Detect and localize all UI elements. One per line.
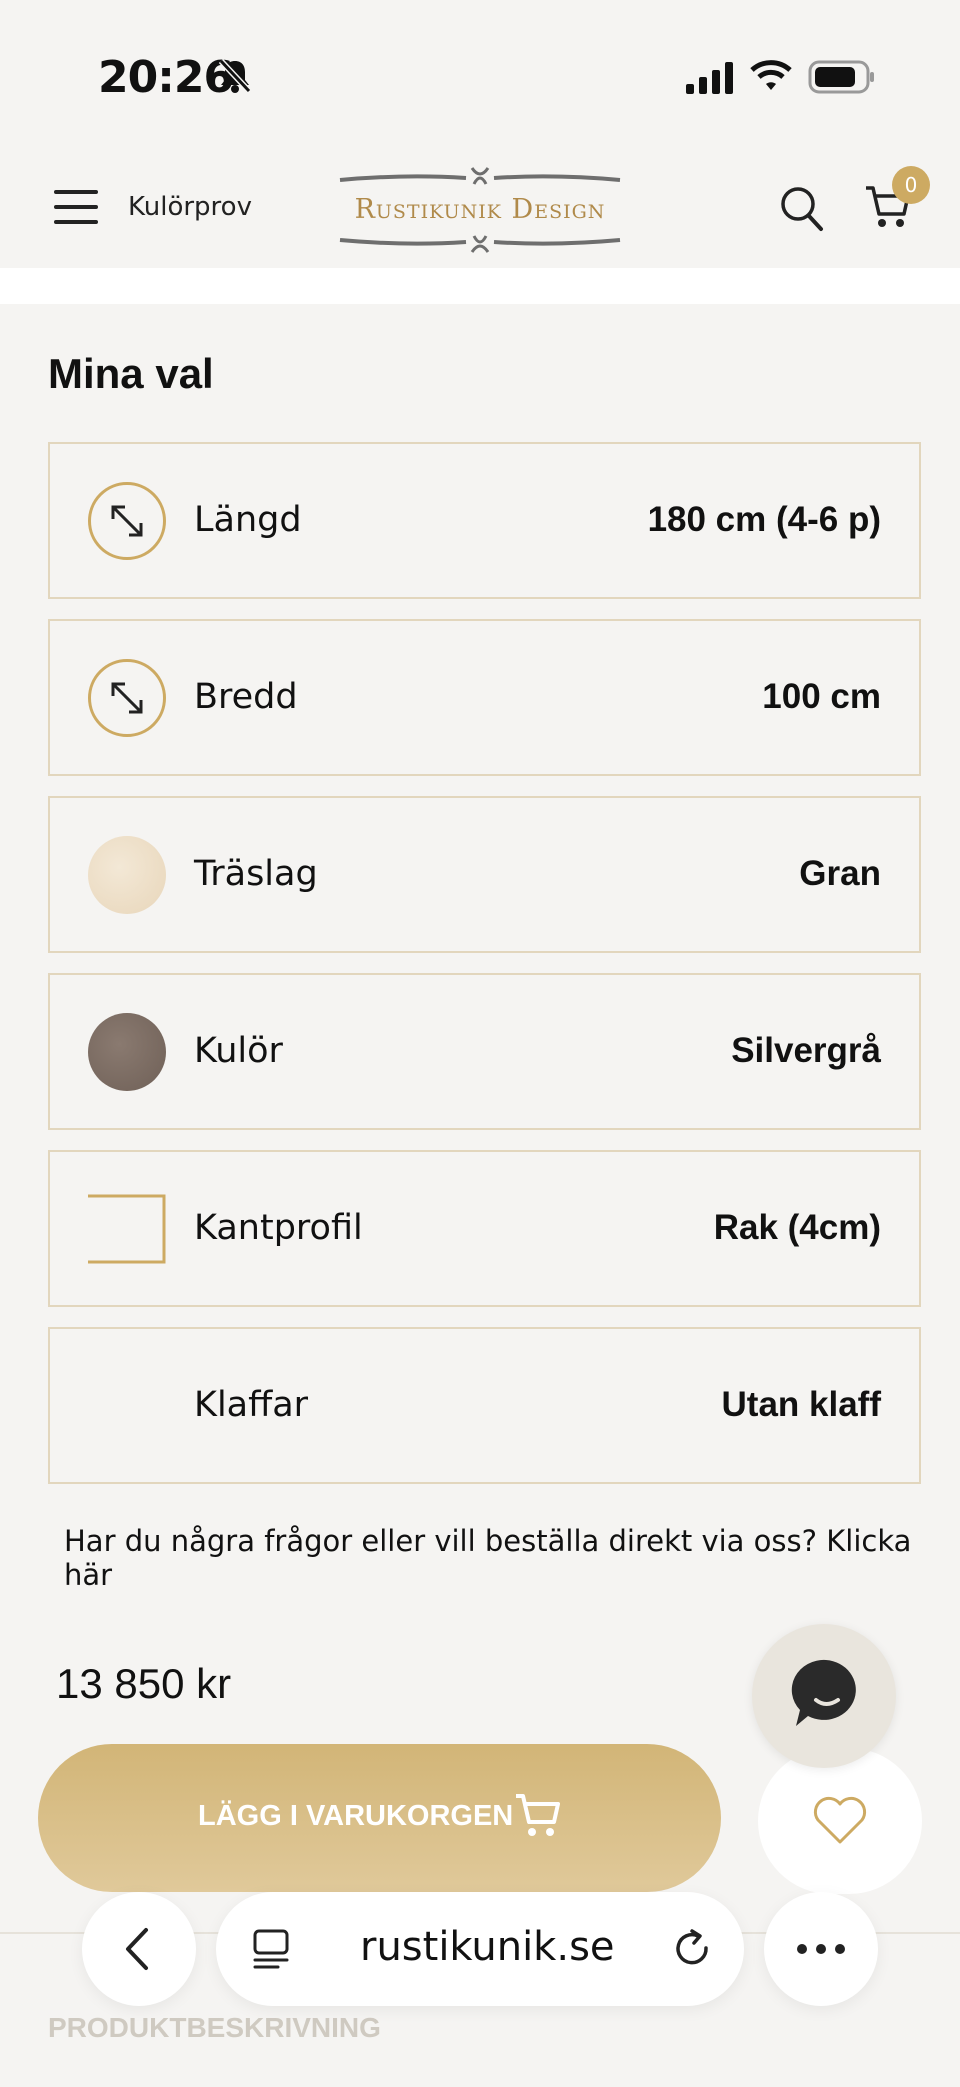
reload-icon[interactable] xyxy=(672,1928,714,1970)
option-row-klaffar[interactable]: Klaffar Utan klaff xyxy=(48,1327,921,1484)
product-description-tab[interactable]: PRODUKTBESKRIVNING xyxy=(48,2012,381,2044)
battery-icon xyxy=(808,60,874,94)
option-label: Kulör xyxy=(194,1031,283,1071)
option-row-kulor[interactable]: Kulör Silvergrå xyxy=(48,973,921,1130)
wifi-icon xyxy=(750,60,792,90)
option-row-traslag[interactable]: Träslag Gran xyxy=(48,796,921,953)
option-value: Gran xyxy=(799,854,881,893)
option-row-bredd[interactable]: Bredd 100 cm xyxy=(48,619,921,776)
option-label: Längd xyxy=(194,500,302,540)
option-label: Bredd xyxy=(194,677,298,717)
color-sample-link[interactable]: Kulörprov xyxy=(128,192,252,222)
edge-profile-icon xyxy=(88,1194,166,1264)
browser-address-bar[interactable]: rustikunik.se xyxy=(216,1892,744,2006)
search-icon[interactable] xyxy=(780,186,824,232)
hamburger-menu-icon[interactable] xyxy=(54,188,98,226)
site-logo[interactable]: Rustikunik Design xyxy=(336,164,624,256)
color-swatch xyxy=(88,1013,166,1091)
reader-mode-icon xyxy=(253,1929,289,1969)
chat-bubble-icon xyxy=(791,1659,856,1726)
contact-link[interactable]: Har du några frågor eller vill beställa … xyxy=(64,1524,960,1592)
option-value: Utan klaff xyxy=(721,1385,881,1424)
status-time: 20:26 xyxy=(98,52,234,103)
browser-back-button[interactable] xyxy=(82,1892,196,2006)
option-value: 100 cm xyxy=(762,677,881,716)
resize-arrow-icon xyxy=(88,659,166,737)
browser-url: rustikunik.se xyxy=(360,1924,615,1970)
option-value: Rak (4cm) xyxy=(713,1208,881,1247)
option-value: 180 cm (4-6 p) xyxy=(647,500,881,539)
cart-icon xyxy=(516,1794,560,1836)
option-row-kantprofil[interactable]: Kantprofil Rak (4cm) xyxy=(48,1150,921,1307)
logo-text: Rustikunik Design xyxy=(354,194,606,225)
heart-icon xyxy=(813,1796,867,1844)
cart-count-badge: 0 xyxy=(892,166,930,204)
product-price: 13 850 kr xyxy=(56,1660,232,1707)
chat-button[interactable] xyxy=(752,1624,896,1768)
option-label: Träslag xyxy=(194,854,318,894)
option-row-langd[interactable]: Längd 180 cm (4-6 p) xyxy=(48,442,921,599)
browser-more-button[interactable] xyxy=(764,1892,878,2006)
bell-muted-icon xyxy=(218,58,252,94)
wishlist-button[interactable] xyxy=(758,1748,922,1894)
site-header: Kulörprov Rustikunik Design 0 xyxy=(0,150,960,268)
option-label: Klaffar xyxy=(194,1385,309,1425)
header-divider-strip xyxy=(0,268,960,304)
add-to-cart-button[interactable]: LÄGG I VARUKORGEN xyxy=(38,1744,721,1892)
section-title: Mina val xyxy=(48,350,214,397)
status-bar: 20:26 xyxy=(0,0,960,150)
option-label: Kantprofil xyxy=(194,1208,363,1248)
wood-swatch xyxy=(88,836,166,914)
chevron-left-icon xyxy=(126,1928,148,1970)
more-options-icon xyxy=(797,1944,845,1954)
cell-signal-icon xyxy=(686,62,733,94)
add-to-cart-label: LÄGG I VARUKORGEN xyxy=(198,1800,514,1832)
resize-arrow-icon xyxy=(88,482,166,560)
option-value: Silvergrå xyxy=(731,1031,881,1070)
